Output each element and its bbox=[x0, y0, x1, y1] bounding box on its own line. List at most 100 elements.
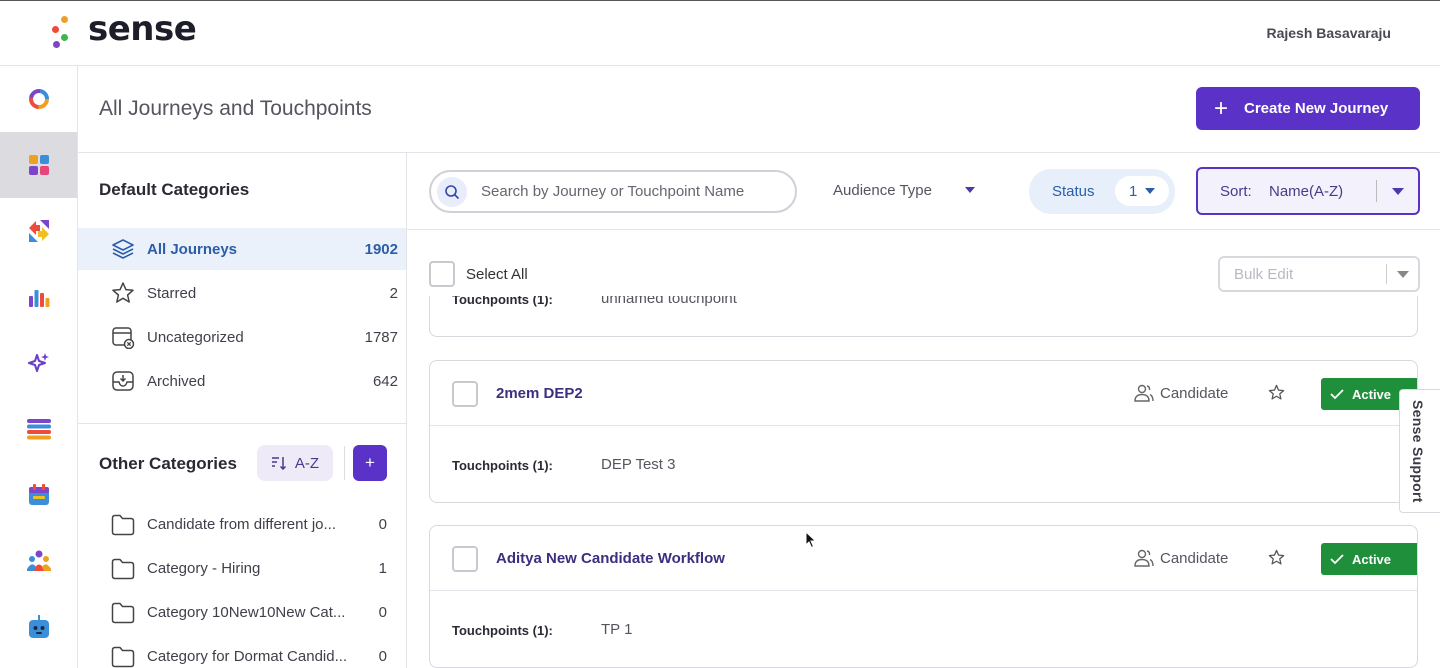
archive-tray-icon bbox=[112, 371, 134, 391]
rail-item-journeys[interactable] bbox=[0, 132, 77, 198]
touchpoints-label: Touchpoints (1): bbox=[452, 623, 553, 638]
category-uncategorized[interactable]: Uncategorized 1787 bbox=[78, 316, 406, 358]
sense-support-label: Sense Support bbox=[1410, 400, 1426, 503]
list-stack-icon bbox=[26, 419, 51, 440]
layers-icon bbox=[112, 239, 134, 259]
journey-card[interactable]: Aditya New Candidate Workflow Candidate … bbox=[429, 525, 1418, 668]
bulk-edit-dropdown[interactable]: Bulk Edit bbox=[1218, 256, 1420, 292]
other-categories-heading: Other Categories bbox=[99, 454, 237, 473]
star-icon[interactable] bbox=[1268, 549, 1285, 566]
page-title: All Journeys and Touchpoints bbox=[99, 97, 372, 120]
category-label: Category for Dormat Candid... bbox=[147, 648, 348, 665]
add-category-button[interactable]: + bbox=[353, 445, 387, 481]
journey-card-header: Aditya New Candidate Workflow Candidate … bbox=[430, 526, 1417, 591]
journey-name[interactable]: Aditya New Candidate Workflow bbox=[496, 550, 725, 567]
chevron-down-icon[interactable] bbox=[965, 187, 975, 193]
rail-item-calendar[interactable] bbox=[0, 462, 77, 528]
star-icon[interactable] bbox=[1268, 384, 1285, 401]
uncategorized-icon bbox=[112, 327, 135, 349]
category-label: Category - Hiring bbox=[147, 560, 261, 577]
journey-name[interactable]: 2mem DEP2 bbox=[496, 385, 583, 402]
folder-icon bbox=[111, 602, 135, 624]
chevron-down-icon[interactable] bbox=[1392, 188, 1404, 195]
bar-chart-icon bbox=[28, 290, 49, 307]
category-all-journeys[interactable]: All Journeys 1902 bbox=[78, 228, 406, 270]
category-label: Candidate from different jo... bbox=[147, 516, 336, 533]
chevron-down-icon bbox=[1145, 188, 1156, 194]
create-new-journey-label: Create New Journey bbox=[1244, 100, 1389, 117]
select-all[interactable]: Select All bbox=[429, 261, 528, 287]
category-count: 1787 bbox=[364, 328, 398, 346]
categories-panel: Default Categories All Journeys 1902 Sta… bbox=[78, 153, 407, 668]
calendar-icon bbox=[28, 484, 49, 505]
status-filter-count[interactable]: 1 bbox=[1115, 176, 1169, 206]
filter-bar: Audience Type Status 1 Sort: Name(A-Z) bbox=[407, 153, 1440, 230]
other-category-item[interactable]: Category - Hiring 1 bbox=[78, 548, 406, 592]
rail-item-ai[interactable] bbox=[0, 330, 77, 396]
users-icon bbox=[1134, 549, 1154, 567]
touchpoints-label: Touchpoints (1): bbox=[452, 458, 553, 473]
bulk-edit-label: Bulk Edit bbox=[1234, 266, 1294, 283]
select-all-label: Select All bbox=[466, 265, 528, 283]
category-count: 0 bbox=[378, 648, 387, 665]
touchpoint-name[interactable]: TP 1 bbox=[601, 621, 632, 638]
select-all-checkbox[interactable] bbox=[429, 261, 455, 287]
other-category-item[interactable]: Category for Dormat Candid... 0 bbox=[78, 636, 406, 668]
sort-az-button[interactable]: A-Z bbox=[257, 445, 333, 481]
search-input[interactable] bbox=[481, 183, 781, 200]
search-icon bbox=[437, 176, 467, 207]
other-category-item[interactable]: Category 10New10New Cat... 0 bbox=[78, 592, 406, 636]
category-label: All Journeys bbox=[147, 240, 238, 258]
panel-divider bbox=[78, 423, 406, 424]
audience-type-dropdown[interactable]: Audience Type bbox=[833, 182, 932, 199]
default-categories-heading: Default Categories bbox=[99, 180, 250, 199]
status-badge[interactable]: Active bbox=[1321, 543, 1417, 575]
category-starred[interactable]: Starred 2 bbox=[78, 272, 406, 314]
sense-support-tab[interactable]: Sense Support bbox=[1399, 389, 1440, 513]
rail-item-dashboard[interactable] bbox=[0, 66, 77, 132]
sort-icon bbox=[271, 457, 286, 470]
check-icon bbox=[1330, 554, 1344, 565]
journey-checkbox[interactable] bbox=[452, 546, 478, 572]
create-new-journey-button[interactable]: + Create New Journey bbox=[1196, 87, 1420, 130]
status-filter-label: Status bbox=[1052, 183, 1095, 200]
category-count: 1 bbox=[378, 560, 387, 577]
status-filter[interactable]: Status 1 bbox=[1029, 169, 1175, 214]
divider bbox=[1376, 180, 1377, 202]
touchpoint-name[interactable]: DEP Test 3 bbox=[601, 456, 676, 473]
folder-icon bbox=[111, 514, 135, 536]
category-label: Archived bbox=[147, 372, 206, 390]
left-nav-rail bbox=[0, 66, 78, 668]
rail-item-exchange[interactable] bbox=[0, 198, 77, 264]
donut-chart-icon bbox=[28, 89, 49, 109]
sort-value: Name(A-Z) bbox=[1269, 183, 1344, 200]
status-count-value: 1 bbox=[1129, 182, 1138, 200]
sort-label: Sort: bbox=[1220, 183, 1252, 200]
check-icon bbox=[1330, 389, 1344, 400]
people-group-icon bbox=[26, 550, 51, 571]
journey-checkbox[interactable] bbox=[452, 381, 478, 407]
rail-item-bot[interactable] bbox=[0, 594, 77, 660]
brand-name: sense bbox=[88, 9, 197, 49]
journey-card[interactable]: 2mem DEP2 Candidate Active Touchpoints (… bbox=[429, 360, 1418, 503]
journey-card-header: 2mem DEP2 Candidate Active bbox=[430, 361, 1417, 426]
rail-item-lists[interactable] bbox=[0, 396, 77, 462]
star-icon bbox=[112, 282, 134, 303]
chevron-down-icon[interactable] bbox=[1397, 271, 1409, 278]
category-label: Starred bbox=[147, 284, 197, 302]
category-count: 2 bbox=[389, 284, 398, 302]
sort-dropdown[interactable]: Sort: Name(A-Z) bbox=[1196, 167, 1420, 215]
audience-label: Candidate bbox=[1160, 550, 1229, 567]
user-name[interactable]: Rajesh Basavaraju bbox=[1266, 25, 1391, 41]
other-category-item[interactable]: Candidate from different jo... 0 bbox=[78, 504, 406, 548]
logo-dots-icon bbox=[52, 13, 78, 49]
rail-item-analytics[interactable] bbox=[0, 264, 77, 330]
sense-logo[interactable]: sense bbox=[52, 9, 197, 49]
page-header: All Journeys and Touchpoints + Create Ne… bbox=[78, 66, 1440, 153]
top-bar: sense Rajesh Basavaraju bbox=[0, 0, 1440, 66]
mouse-cursor-icon bbox=[805, 531, 817, 549]
search-box[interactable] bbox=[429, 170, 797, 213]
category-archived[interactable]: Archived 642 bbox=[78, 360, 406, 402]
status-badge-label: Active bbox=[1352, 386, 1392, 402]
rail-item-people[interactable] bbox=[0, 528, 77, 594]
